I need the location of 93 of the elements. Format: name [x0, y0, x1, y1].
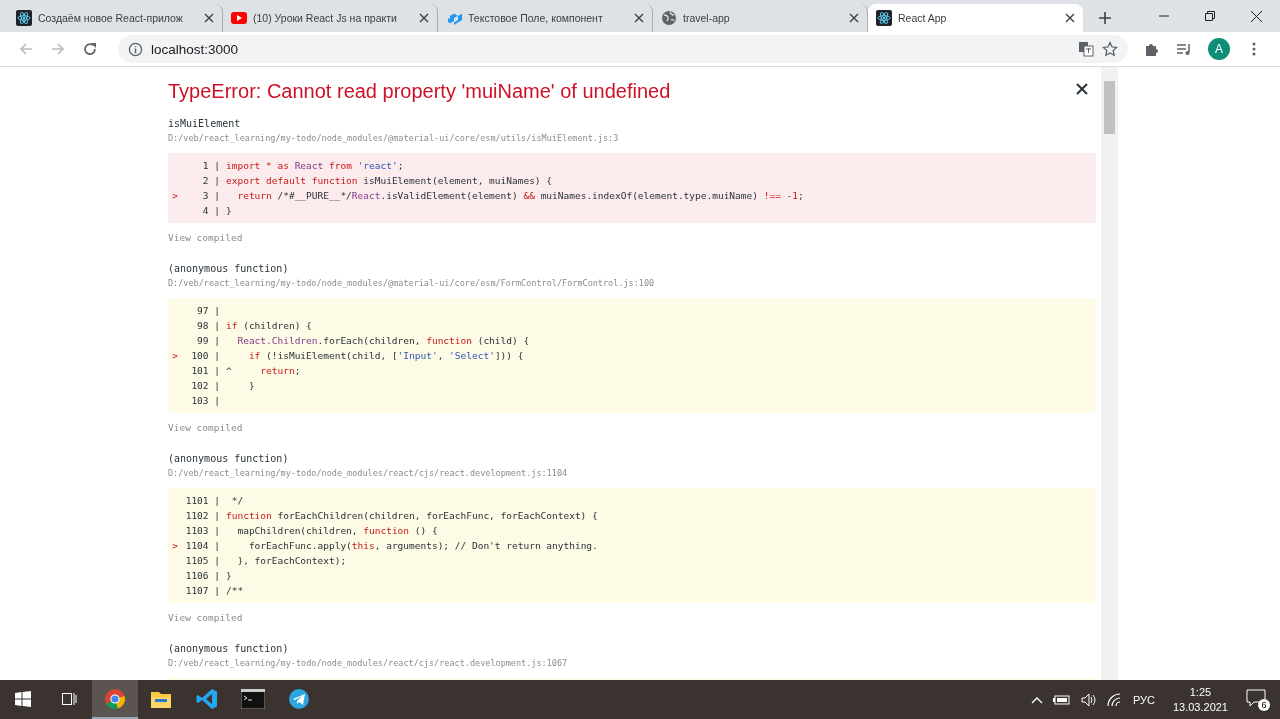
- line-number: 1107 |: [184, 584, 220, 598]
- scrollbar-thumb[interactable]: [1104, 81, 1115, 134]
- file-path: D:/veb/react_learning/my-todo/node_modules/@material-ui/core/esm/FormControl/FormControl.js:100: [168, 277, 656, 290]
- star-icon[interactable]: [1102, 41, 1118, 57]
- profile-avatar[interactable]: A: [1208, 38, 1230, 60]
- code-line: */: [230, 494, 244, 508]
- error-title: TypeError: Cannot read property 'muiName' of undefined: [168, 79, 672, 103]
- view-compiled-link[interactable]: View compiled: [168, 421, 1096, 435]
- view-compiled-link[interactable]: View compiled: [168, 231, 1096, 245]
- view-compiled-link[interactable]: View compiled: [168, 611, 1096, 625]
- code-line: }: [247, 379, 255, 393]
- code-line: forEachFunc.apply(this, arguments); // Don't return anything.: [247, 539, 598, 553]
- line-number: 1 |: [201, 159, 220, 173]
- wifi-icon[interactable]: [1106, 692, 1123, 707]
- line-number: 1104 |: [184, 539, 220, 553]
- task-view-icon: [61, 690, 77, 707]
- line-number: 1106 |: [184, 569, 220, 583]
- atom-icon: [16, 10, 32, 26]
- close-icon[interactable]: [849, 13, 859, 23]
- line-number: 98 |: [196, 319, 220, 333]
- function-name: isMuiElement: [168, 117, 242, 131]
- globe-icon: [661, 10, 677, 26]
- clock[interactable]: 1:25 13.03.2021: [1172, 684, 1228, 715]
- line-number: 97 |: [196, 304, 220, 318]
- language-indicator[interactable]: РУС: [1132, 693, 1155, 706]
- browser-icon: [104, 687, 126, 710]
- code-line: export default function isMuiElement(element, muiNames) {: [226, 174, 553, 188]
- line-number: 2 |: [201, 174, 220, 188]
- puzzle-icon[interactable]: [1144, 41, 1160, 57]
- line-number: 1102 |: [184, 509, 220, 523]
- restore-icon[interactable]: [1205, 11, 1215, 21]
- scrollbar[interactable]: [1101, 67, 1118, 680]
- arrow-marker: >: [171, 539, 178, 553]
- code-line: }: [226, 569, 232, 583]
- line-number: 99 |: [196, 334, 220, 348]
- translate-icon[interactable]: [1078, 41, 1094, 57]
- file-path: D:/veb/react_learning/my-todo/node_modules/react/cjs/react.development.js:1067: [168, 657, 569, 670]
- code-line: ^ return;: [226, 364, 301, 378]
- line-number: 1101 |: [184, 494, 220, 508]
- notification-count: 6: [1258, 698, 1270, 711]
- terminal-icon: [241, 688, 265, 709]
- close-icon[interactable]: [1065, 13, 1075, 23]
- browser-tab[interactable]: travel-app: [653, 4, 868, 32]
- time: 1:25: [1189, 684, 1212, 700]
- logo-icon: [446, 11, 462, 25]
- code-line: }: [226, 204, 232, 218]
- line-number: 1103 |: [184, 524, 220, 538]
- address-bar[interactable]: localhost:3000: [118, 35, 1128, 63]
- browser-tab[interactable]: Текстовое Поле, компонент: [438, 4, 653, 32]
- plus-icon[interactable]: [1097, 10, 1113, 26]
- file-path: D:/veb/react_learning/my-todo/node_modules/@material-ui/core/esm/utils/isMuiElement.js:3: [168, 132, 620, 145]
- code-line: }, forEachContext);: [236, 554, 347, 568]
- function-name: (anonymous function): [168, 452, 290, 466]
- arrow-marker: >: [171, 349, 178, 363]
- atom-icon: [876, 10, 892, 26]
- code-line: mapChildren(children, function () {: [236, 524, 438, 538]
- code-line: import * as React from 'react';: [226, 159, 404, 173]
- play-icon: [231, 12, 247, 24]
- line-number: 1105 |: [184, 554, 220, 568]
- function-name: (anonymous function): [168, 642, 290, 656]
- close-icon[interactable]: [419, 13, 429, 23]
- messenger-icon: [288, 687, 310, 710]
- line-number: 101 |: [190, 364, 220, 378]
- close-icon[interactable]: [1251, 10, 1262, 22]
- code-line: if (children) {: [226, 319, 312, 333]
- speaker-icon[interactable]: [1080, 692, 1097, 707]
- close-icon[interactable]: [204, 13, 214, 23]
- code-line: React.Children.forEach(children, function (child) {: [236, 334, 530, 348]
- reload-icon[interactable]: [82, 41, 98, 57]
- code-line: return /*#__PURE__*/React.isValidElement(element) && muiNames.indexOf(element.type.muiName) !== -1;: [236, 189, 804, 203]
- date: 13.03.2021: [1172, 699, 1228, 715]
- line-number: 100 |: [190, 349, 220, 363]
- code-line: function forEachChildren(children, forEachFunc, forEachContext) {: [226, 509, 598, 523]
- browser-tab[interactable]: Создаём новое React-прилож: [8, 4, 223, 32]
- playlist-icon[interactable]: [1176, 41, 1192, 57]
- code-line: /**: [226, 584, 244, 598]
- line-number: 103 |: [190, 394, 220, 408]
- close-icon[interactable]: [1076, 83, 1088, 95]
- close-icon[interactable]: [634, 13, 644, 23]
- file-path: D:/veb/react_learning/my-todo/node_modules/react/cjs/react.development.js:1104: [168, 467, 569, 480]
- info-icon[interactable]: [128, 41, 143, 57]
- browser-tab[interactable]: (10) Уроки React Js на практи: [223, 4, 438, 32]
- line-number: 4 |: [201, 204, 220, 218]
- function-name: (anonymous function): [168, 262, 290, 276]
- line-number: 102 |: [190, 379, 220, 393]
- code-line: if (!isMuiElement(child, ['Input', 'Select'])) {: [247, 349, 524, 363]
- line-number: 3 |: [201, 189, 220, 203]
- battery-icon[interactable]: [1052, 694, 1071, 705]
- chevron-up-icon[interactable]: [1030, 695, 1043, 704]
- arrow-marker: >: [171, 189, 178, 203]
- browser-tab[interactable]: React App: [868, 4, 1083, 32]
- windows-icon: [15, 690, 31, 707]
- code-editor-icon: [196, 687, 218, 710]
